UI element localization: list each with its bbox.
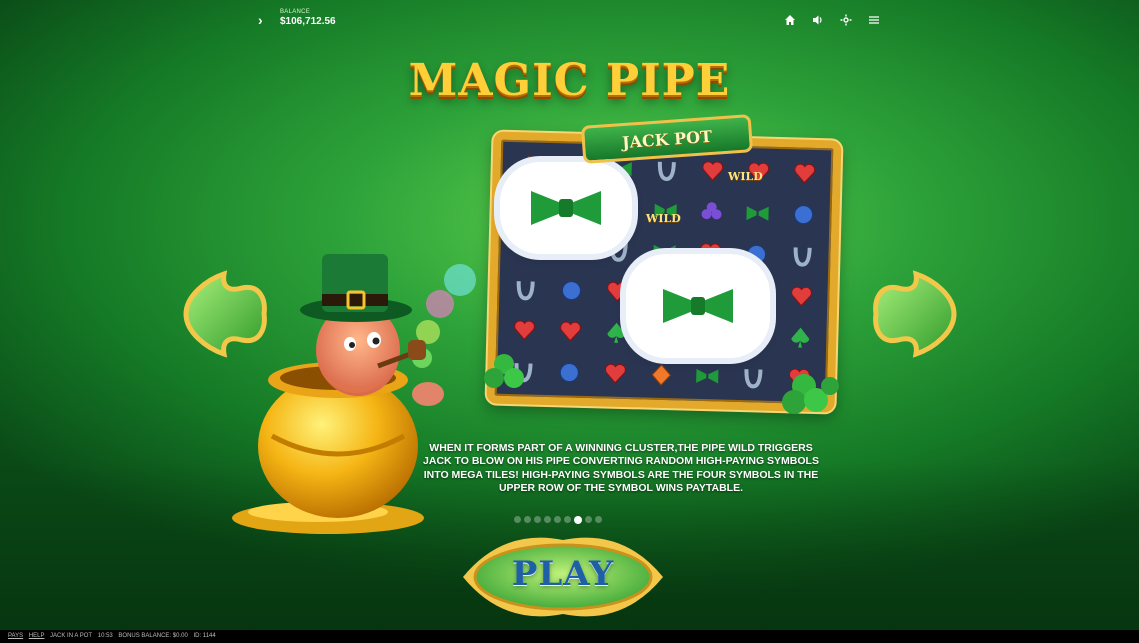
spade-icon (791, 327, 810, 348)
balance-value: $106,712.56 (280, 16, 336, 27)
page-dot[interactable] (595, 516, 602, 523)
heart-icon (702, 160, 724, 181)
next-page-button[interactable] (872, 266, 960, 362)
home-icon[interactable] (776, 11, 804, 29)
pays-link[interactable]: PAYS (8, 633, 23, 639)
chevron-right-icon[interactable]: › (258, 12, 272, 28)
bonus-balance: BONUS BALANCE: $0.00 (118, 633, 188, 639)
top-bar: › BALANCE $106,712.56 (0, 8, 1139, 34)
menu-icon[interactable] (860, 11, 888, 29)
wild-label: WILD (728, 170, 763, 183)
symbol-cell (593, 353, 638, 393)
top-icons (776, 11, 888, 29)
game-stage: › BALANCE $106,712.56 MAGIC PIPE JACK PO… (0, 0, 1139, 630)
previous-page-button[interactable] (180, 266, 268, 362)
play-button[interactable]: PLAY (443, 534, 683, 620)
heart-icon (794, 163, 816, 183)
page-dot[interactable] (564, 516, 571, 523)
play-label: PLAY (511, 554, 615, 594)
page-dot[interactable] (574, 515, 582, 524)
session-id: ID: 1144 (193, 633, 216, 639)
symbol-cell (782, 153, 827, 193)
sound-icon[interactable] (804, 11, 832, 29)
orb-icon (794, 204, 814, 224)
page-dot[interactable] (514, 516, 521, 523)
diamond-icon (651, 363, 671, 386)
symbol-cell (548, 311, 593, 351)
bowtie-icon (663, 289, 733, 323)
symbol-cell (731, 357, 776, 397)
horseshoe-icon (744, 368, 763, 388)
page-dot[interactable] (544, 516, 551, 523)
page-dot[interactable] (585, 516, 592, 523)
wild-label: WILD (646, 212, 681, 225)
symbol-cell (685, 356, 730, 396)
symbol-cell (689, 192, 734, 232)
page-dot[interactable] (554, 516, 561, 523)
bowtie-icon (746, 205, 769, 221)
clock: 10:53 (97, 633, 113, 639)
horseshoe-icon (793, 246, 812, 267)
orb-icon (559, 362, 579, 382)
heart-arrow-left-icon (183, 270, 267, 358)
slot-board: JACK POT WILD WILD (482, 114, 854, 414)
mega-tile-cloud (626, 254, 770, 358)
heart-icon (605, 363, 626, 384)
clover-icon (782, 374, 839, 414)
symbol-cell (547, 352, 592, 392)
page-dot[interactable] (524, 516, 531, 523)
symbol-cell (779, 276, 824, 316)
orb-icon (561, 280, 581, 300)
help-link[interactable]: HELP (29, 633, 45, 639)
footer-bar: PAYS HELP JACK IN A POT 10:53 BONUS BALA… (0, 630, 1139, 643)
settings-icon[interactable] (832, 11, 860, 29)
page-title: MAGIC PIPE (408, 55, 731, 106)
symbol-cell (735, 193, 780, 233)
feature-description: WHEN IT FORMS PART OF A WINNING CLUSTER,… (423, 442, 819, 495)
page-indicator (514, 515, 602, 524)
club-icon (701, 201, 722, 219)
heart-icon (560, 321, 581, 341)
heart-arrow-right-icon (873, 270, 957, 358)
symbol-cell (780, 235, 825, 275)
symbol-cell (781, 194, 826, 234)
bowtie-icon (531, 191, 601, 225)
page-dot[interactable] (534, 516, 541, 523)
symbol-cell (549, 270, 594, 310)
bowtie-icon (696, 368, 719, 383)
heart-icon (791, 286, 812, 306)
horseshoe-icon (657, 161, 676, 181)
symbol-cell (639, 354, 684, 394)
game-name: JACK IN A POT (50, 633, 93, 639)
balance-display: BALANCE $106,712.56 (280, 9, 336, 28)
balance-label: BALANCE (280, 9, 311, 15)
symbol-cell (778, 317, 823, 357)
